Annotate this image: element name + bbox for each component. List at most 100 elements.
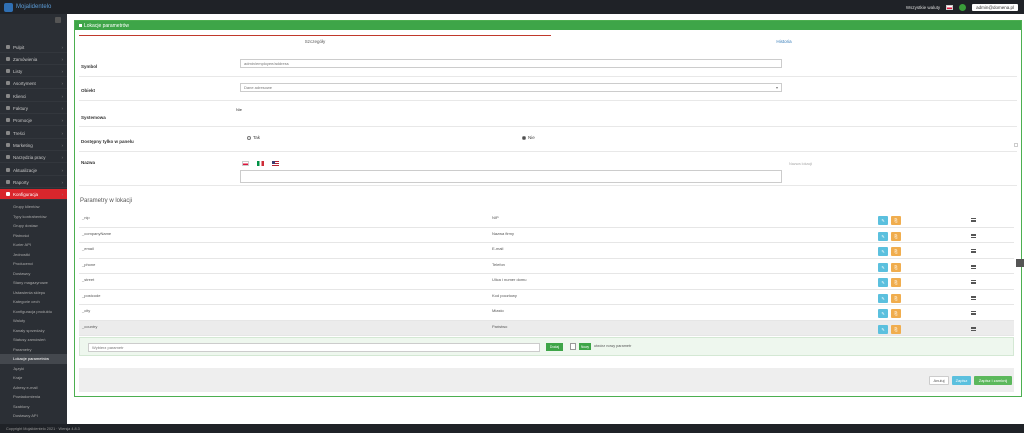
sidebar-subitem[interactable]: Ustawienia sklepu	[0, 288, 67, 298]
sidebar-subitem[interactable]: Kanały sprzedaży	[0, 326, 67, 336]
sidebar-subitem[interactable]: Języki	[0, 364, 67, 374]
edit-button[interactable]: ✎	[878, 262, 888, 272]
sidebar-item-label: Raporty	[13, 179, 29, 185]
scroll-top-button[interactable]	[1016, 259, 1024, 267]
sidebar-subitem[interactable]: Dostawcy API	[0, 411, 67, 421]
edit-button[interactable]: ✎	[878, 278, 888, 287]
chevron-right-icon: ›	[61, 130, 64, 136]
panel-only-no-radio[interactable]: Nie	[522, 135, 535, 140]
drag-handle-icon[interactable]	[971, 249, 976, 254]
edit-button[interactable]: ✎	[878, 293, 888, 303]
cancel-button[interactable]: Anuluj	[929, 376, 949, 385]
sidebar-item[interactable]: Pulpit ›	[0, 42, 67, 53]
sidebar-item[interactable]: Konfiguracja ›	[0, 189, 67, 200]
sidebar-item[interactable]: Listy ›	[0, 66, 67, 77]
form-actions: Anuluj Zapisz Zapisz i zamknij	[79, 368, 1014, 392]
drag-handle-icon[interactable]	[971, 311, 976, 316]
sidebar-collapse-icon[interactable]	[55, 17, 61, 23]
gear-icon	[6, 192, 10, 196]
copy-button[interactable]: ⎘	[891, 309, 901, 318]
save-close-button[interactable]: Zapisz i zamknij	[974, 376, 1012, 385]
logo[interactable]: Mojalidentelo	[4, 2, 51, 12]
flag-it-icon[interactable]	[257, 161, 264, 166]
copy-button[interactable]: ⎘	[891, 247, 901, 256]
param-key: _email	[82, 246, 94, 251]
edit-button[interactable]: ✎	[878, 216, 888, 225]
param-select-input[interactable]: Wybierz parametr	[88, 343, 540, 352]
new-param-text: utwórz nowy parametr	[594, 344, 632, 348]
drag-handle-icon[interactable]	[971, 233, 976, 238]
copy-icon: ⎘	[894, 218, 898, 223]
drag-handle-icon[interactable]	[971, 295, 976, 300]
sidebar-subitem[interactable]: Kategorie cech	[0, 297, 67, 307]
sidebar-subitem[interactable]: Lokacje parametrów	[0, 354, 67, 364]
sidebar-subitem[interactable]: Adresy e-mail	[0, 383, 67, 393]
chart-icon	[6, 180, 10, 184]
save-button[interactable]: Zapisz	[952, 376, 971, 385]
copy-button[interactable]: ⎘	[891, 231, 901, 241]
flag-en-icon[interactable]	[272, 161, 279, 166]
sidebar-subitem[interactable]: Kraje	[0, 373, 67, 383]
copy-button[interactable]: ⎘	[891, 293, 901, 303]
tab-history[interactable]: Historia	[551, 35, 1017, 47]
sidebar-item[interactable]: Promocje ›	[0, 115, 67, 126]
sidebar-subitem[interactable]: Waluty	[0, 316, 67, 326]
sidebar-item[interactable]: Asortyment ›	[0, 78, 67, 89]
tab-details[interactable]: Szczegóły	[79, 35, 551, 47]
sidebar-item[interactable]: Aktualizacje ›	[0, 165, 67, 176]
sidebar-item[interactable]: Klienci ›	[0, 91, 67, 102]
copy-button[interactable]: ⎘	[891, 324, 901, 334]
edit-button[interactable]: ✎	[878, 324, 888, 334]
panel-only-yes-radio[interactable]: Tak	[247, 135, 260, 140]
symbol-input[interactable]: admin/employee/address	[240, 59, 782, 68]
edit-button[interactable]: ✎	[878, 231, 888, 241]
drag-handle-icon[interactable]	[971, 280, 976, 285]
sidebar-subitem[interactable]: Powiadomienia	[0, 392, 67, 402]
edit-button[interactable]: ✎	[878, 247, 888, 256]
drag-handle-icon[interactable]	[971, 218, 976, 223]
object-select[interactable]: Dane adresowe	[240, 83, 782, 92]
language-flag-icon[interactable]	[946, 4, 954, 10]
param-value: Miasto	[492, 308, 504, 313]
sidebar-item[interactable]: Treści ›	[0, 128, 67, 139]
copy-icon: ⎘	[894, 264, 898, 270]
drag-handle-icon[interactable]	[971, 326, 976, 331]
sidebar-subitem[interactable]: Typy kontrahentów	[0, 212, 67, 222]
sidebar-subitem[interactable]: Grupy klientów	[0, 202, 67, 212]
sidebar-subitem[interactable]: Szablony	[0, 402, 67, 412]
resize-handle-icon[interactable]	[1014, 143, 1018, 147]
edit-button[interactable]: ✎	[878, 309, 888, 318]
name-hint: Nazwa lokacji	[789, 162, 813, 166]
copy-button[interactable]: ⎘	[891, 262, 901, 272]
sidebar-subitem[interactable]: Stany magazynowe	[0, 278, 67, 288]
sidebar-subitem[interactable]: Producenci	[0, 259, 67, 269]
sidebar-subitem[interactable]: Konfiguracja produktu	[0, 307, 67, 317]
sidebar-subitem[interactable]: Statusy zamówień	[0, 335, 67, 345]
sidebar-subitem[interactable]: Dostawcy	[0, 269, 67, 279]
sidebar-item[interactable]: Faktury ›	[0, 103, 67, 114]
sidebar-item[interactable]: Raporty ›	[0, 177, 67, 188]
user-menu[interactable]: admin@domena.pl	[972, 3, 1018, 11]
sidebar-item[interactable]: Zamówienia ›	[0, 54, 67, 65]
name-input[interactable]	[240, 170, 782, 183]
radio-icon	[247, 135, 251, 140]
sidebar-item[interactable]: Marketing ›	[0, 140, 67, 151]
sidebar-item[interactable]: Narzędzia pracy ›	[0, 152, 67, 163]
notifications-icon[interactable]	[959, 3, 967, 11]
copy-button[interactable]: ⎘	[891, 278, 901, 287]
copy-button[interactable]: ⎘	[891, 216, 901, 225]
sidebar-subitem[interactable]: Parametry	[0, 345, 67, 355]
table-row: _city Miasto ✎ ⎘	[79, 305, 1014, 321]
table-row: _nip NIP ✎ ⎘	[79, 212, 1014, 228]
sidebar-subitem[interactable]: Płatności	[0, 231, 67, 241]
currency-select[interactable]: Wszystkie waluty	[906, 5, 940, 10]
sidebar-subitem[interactable]: Grupy dostaw	[0, 221, 67, 231]
sidebar-subitem[interactable]: Jednostki	[0, 250, 67, 260]
chevron-right-icon: ›	[61, 56, 64, 62]
object-row: Obiekt Dane adresowe	[79, 78, 1017, 101]
sidebar-subitem[interactable]: Kurier API	[0, 240, 67, 250]
drag-handle-icon[interactable]	[971, 264, 976, 269]
add-param-button[interactable]: Dodaj	[546, 343, 563, 351]
new-param-checkbox[interactable]	[570, 343, 576, 350]
flag-pl-icon[interactable]	[242, 161, 249, 166]
